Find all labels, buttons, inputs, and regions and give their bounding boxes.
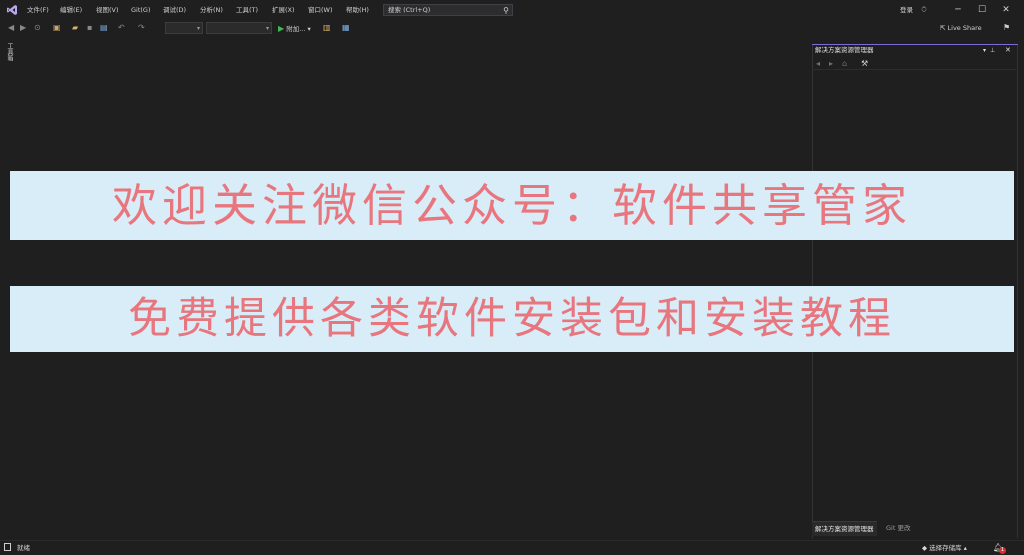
tab-git-changes[interactable]: Git 更改: [886, 521, 910, 535]
sign-in-button[interactable]: 登录: [900, 0, 913, 20]
menu-help[interactable]: 帮助(H): [346, 0, 369, 20]
select-repository-button[interactable]: ◆ 选择存储库 ▴: [922, 541, 967, 555]
live-share-label: Live Share: [947, 24, 982, 32]
output-icon[interactable]: [4, 543, 11, 551]
status-bar: 就绪 ◆ 选择存储库 ▴ 🔔︎ 1: [0, 540, 1024, 555]
menu-edit[interactable]: 编辑(E): [60, 0, 82, 20]
menu-analyze[interactable]: 分析(N): [200, 0, 223, 20]
attach-label: 附加...: [286, 25, 306, 33]
solution-explorer-header: 解决方案资源管理器 ▾ ⊥ ✕: [812, 44, 1018, 56]
wrench-icon[interactable]: ⚒: [861, 57, 868, 70]
menu-extensions[interactable]: 扩展(X): [272, 0, 295, 20]
layout-icon[interactable]: ▦: [342, 21, 350, 35]
save-icon[interactable]: ▪: [87, 21, 92, 35]
feedback-icon[interactable]: ⚑: [1003, 21, 1010, 35]
status-text: 就绪: [17, 544, 30, 552]
home-icon[interactable]: ⌂: [842, 57, 847, 70]
toolbar: [0, 20, 1024, 37]
solution-explorer-toolbar: ◂ ▸ ⌂ ⚒: [812, 57, 1018, 70]
minimize-button[interactable]: ─: [951, 3, 965, 17]
banner-line-1: 欢迎关注微信公众号：软件共享管家: [10, 171, 1014, 240]
browse-icon[interactable]: ▥: [323, 21, 331, 35]
tab-solution-explorer[interactable]: 解决方案资源管理器: [812, 521, 877, 536]
pin-icon[interactable]: ⊥: [990, 45, 995, 56]
new-project-icon[interactable]: ▣: [53, 21, 61, 35]
visual-studio-logo-icon: [7, 5, 17, 15]
banner-line-2: 免费提供各类软件安装包和安装教程: [10, 286, 1014, 352]
search-placeholder: 搜索 (Ctrl+Q): [388, 6, 431, 14]
toolbox-tab[interactable]: 工具箱: [5, 43, 14, 61]
platform-dropdown[interactable]: ▾: [206, 22, 272, 34]
live-share-button[interactable]: ⇱ Live Share: [940, 20, 982, 37]
menu-tools[interactable]: 工具(T): [236, 0, 258, 20]
back-icon[interactable]: ◀: [8, 21, 14, 35]
chevron-down-icon[interactable]: ▾: [983, 45, 986, 56]
chevron-up-icon: ▴: [963, 544, 967, 552]
attach-button[interactable]: ▶ 附加... ▾: [278, 20, 311, 38]
configuration-dropdown[interactable]: ▾: [165, 22, 203, 34]
repo-label: 选择存储库: [929, 544, 962, 552]
save-all-icon[interactable]: ▤: [100, 21, 108, 35]
git-icon: ◆: [922, 544, 927, 552]
menu-window[interactable]: 窗口(W): [308, 0, 333, 20]
menu-file[interactable]: 文件(F): [27, 0, 49, 20]
chevron-down-icon: ▾: [265, 25, 269, 32]
account-icon[interactable]: ⍥: [917, 3, 931, 17]
notification-badge: 1: [999, 547, 1006, 554]
close-icon[interactable]: ✕: [1005, 45, 1011, 56]
chevron-down-icon: ▾: [196, 25, 200, 32]
back-icon[interactable]: ◂: [816, 57, 820, 70]
redo-icon[interactable]: ↷: [138, 21, 145, 35]
live-share-icon: ⇱: [940, 24, 946, 32]
panel-tabs: 解决方案资源管理器 Git 更改: [812, 521, 1018, 536]
forward-icon[interactable]: ▸: [829, 57, 833, 70]
open-folder-icon[interactable]: ▰: [72, 21, 78, 35]
menu-debug[interactable]: 调试(D): [163, 0, 186, 20]
close-button[interactable]: ✕: [999, 3, 1013, 17]
maximize-button[interactable]: ☐: [975, 3, 989, 17]
search-icon: ⚲: [503, 6, 509, 15]
play-icon: ▶: [278, 24, 285, 33]
menu-git[interactable]: Git(G): [131, 0, 151, 20]
forward-icon[interactable]: ▶: [20, 21, 26, 35]
search-box[interactable]: 搜索 (Ctrl+Q) ⚲: [383, 4, 513, 16]
nav-dropdown-icon[interactable]: ⊙: [34, 21, 41, 35]
solution-explorer-title: 解决方案资源管理器: [815, 46, 874, 54]
undo-icon[interactable]: ↶: [118, 21, 125, 35]
chevron-down-icon: ▾: [307, 25, 311, 33]
menu-view[interactable]: 视图(V): [96, 0, 119, 20]
